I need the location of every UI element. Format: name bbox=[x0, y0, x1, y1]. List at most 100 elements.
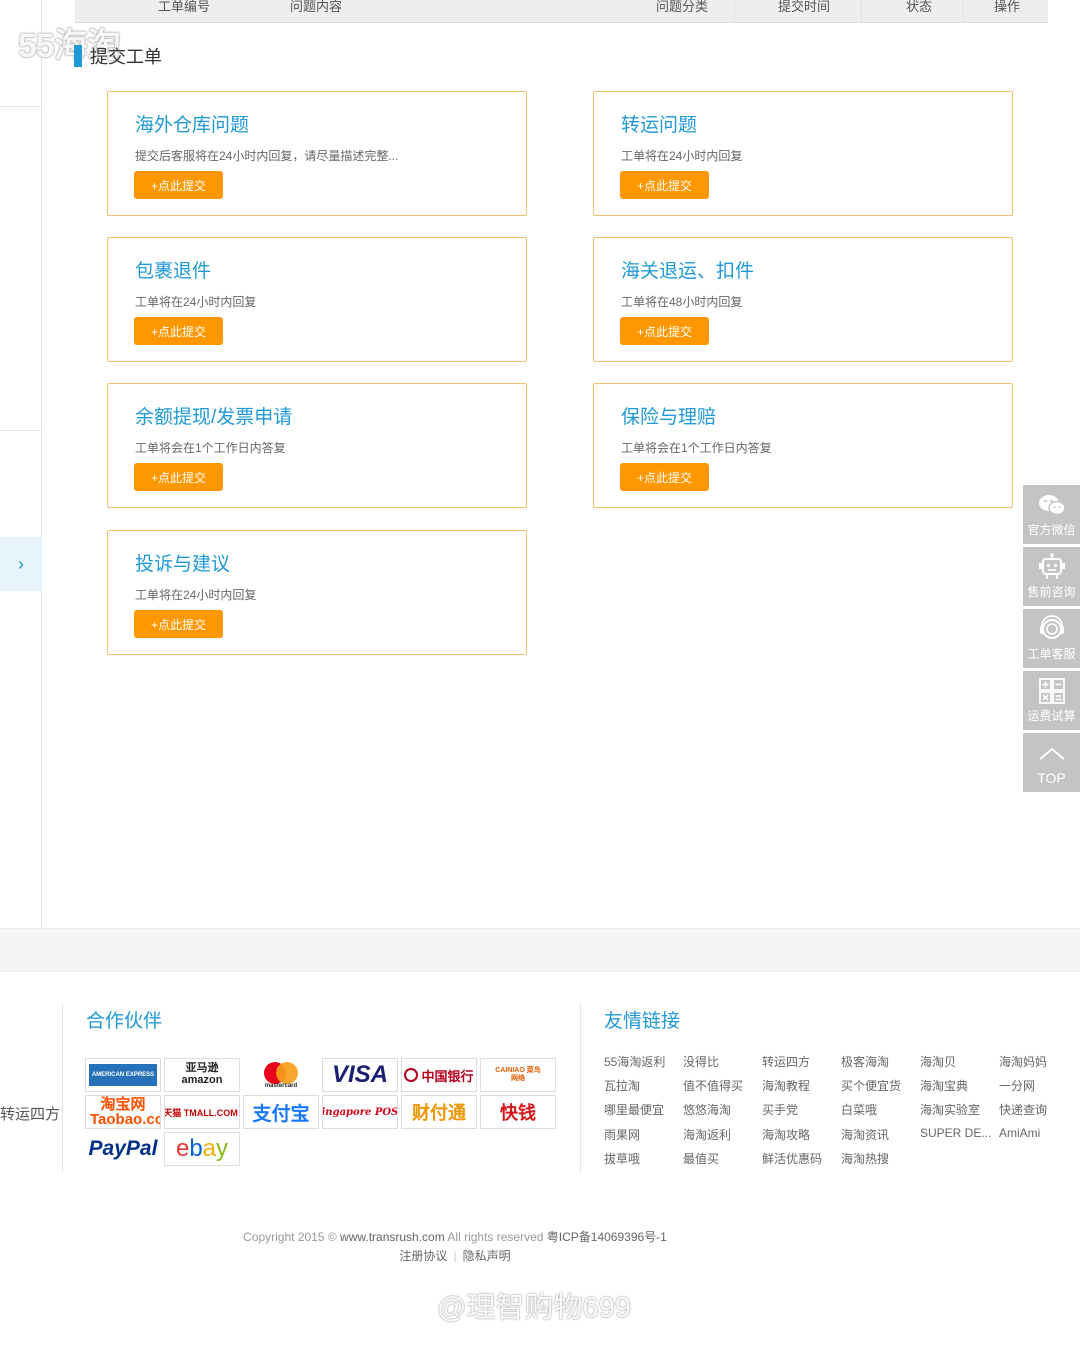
friend-link[interactable]: 买手党 bbox=[762, 1101, 798, 1118]
friend-link[interactable]: 雨果网 bbox=[604, 1126, 640, 1143]
friend-link[interactable]: 海淘宝典 bbox=[920, 1077, 968, 1094]
headset-icon bbox=[1037, 615, 1067, 643]
friend-link[interactable]: 海淘实验室 bbox=[920, 1101, 980, 1118]
ebay-logo[interactable]: ebay bbox=[164, 1132, 240, 1166]
sidebar-expand-button[interactable]: › bbox=[0, 537, 42, 591]
friend-link[interactable]: 海淘资讯 bbox=[841, 1126, 889, 1143]
float-item-label: 官方微信 bbox=[1027, 523, 1076, 537]
friend-link[interactable]: 海淘热搜 bbox=[841, 1150, 889, 1167]
ticket-category-card: 保险与理赔 工单将会在1个工作日内答复 +点此提交 bbox=[593, 383, 1013, 508]
card-title[interactable]: 包裹退件 bbox=[135, 256, 211, 283]
submit-ticket-button[interactable]: +点此提交 bbox=[620, 171, 709, 199]
ticket-category-card: 投诉与建议 工单将在24小时内回复 +点此提交 bbox=[107, 530, 527, 655]
privacy-policy-link[interactable]: 隐私声明 bbox=[463, 1249, 511, 1263]
column-header-actions: 操作 bbox=[994, 0, 1021, 14]
site-url[interactable]: www.transrush.com bbox=[340, 1230, 445, 1244]
section-title-text: 提交工单 bbox=[90, 47, 162, 67]
bank-of-china-logo[interactable]: 中国银行 bbox=[401, 1058, 477, 1092]
singapore-post-logo[interactable]: Singapore POST bbox=[322, 1095, 398, 1129]
friend-link[interactable]: 海淘攻略 bbox=[762, 1126, 810, 1143]
friend-link[interactable]: 海淘妈妈 bbox=[999, 1053, 1047, 1070]
mastercard-logo[interactable]: mastercard bbox=[243, 1058, 319, 1092]
taobao-logo[interactable]: 淘宝网 Taobao.com bbox=[85, 1095, 161, 1129]
submit-ticket-button[interactable]: +点此提交 bbox=[620, 463, 709, 491]
partners-heading: 合作伙伴 bbox=[86, 1011, 163, 1032]
ticket-table-header: 工单编号 问题内容 问题分类 提交时间 状态 操作 bbox=[75, 0, 1048, 23]
column-header-submit-time: 提交时间 bbox=[778, 0, 831, 14]
friend-link[interactable]: 没得比 bbox=[683, 1053, 719, 1070]
friend-link[interactable]: 悠悠海淘 bbox=[683, 1101, 731, 1118]
friend-link[interactable]: 55海淘返利 bbox=[604, 1053, 665, 1070]
paypal-logo[interactable]: PayPal bbox=[85, 1132, 161, 1166]
friend-link[interactable]: 极客海淘 bbox=[841, 1053, 889, 1070]
friend-link[interactable]: 转运四方 bbox=[762, 1053, 810, 1070]
footer-brand-cut: 转运四方 bbox=[0, 1106, 61, 1123]
friend-link[interactable]: SUPER DE... bbox=[920, 1126, 991, 1140]
footer-divider bbox=[62, 1003, 63, 1173]
99bill-logo[interactable]: 快钱 bbox=[480, 1095, 556, 1129]
card-description: 提交后客服将在24小时内回复，请尽量描述完整... bbox=[135, 149, 399, 163]
wechat-button[interactable]: 官方微信 bbox=[1023, 485, 1080, 544]
card-description: 工单将会在1个工作日内答复 bbox=[135, 441, 286, 455]
friend-link[interactable]: 快递查询 bbox=[999, 1101, 1047, 1118]
shipping-calculator-button[interactable]: 运费试算 bbox=[1023, 671, 1080, 730]
friend-link[interactable]: 鲜活优惠码 bbox=[762, 1150, 822, 1167]
friend-link[interactable]: 最值买 bbox=[683, 1150, 719, 1167]
back-to-top-button[interactable]: TOP bbox=[1023, 733, 1080, 792]
card-description: 工单将会在1个工作日内答复 bbox=[621, 441, 772, 455]
card-title[interactable]: 转运问题 bbox=[621, 110, 697, 137]
card-title[interactable]: 海外仓库问题 bbox=[135, 110, 249, 137]
icp-number[interactable]: 粤ICP备14069396号-1 bbox=[547, 1230, 667, 1244]
footer-separator-band bbox=[0, 928, 1080, 972]
card-title[interactable]: 投诉与建议 bbox=[135, 549, 230, 576]
submit-ticket-button[interactable]: +点此提交 bbox=[134, 610, 223, 638]
amazon-logo[interactable]: 亚马逊 amazon bbox=[164, 1058, 240, 1092]
left-rail-separator bbox=[0, 430, 41, 431]
float-item-label: 运费试算 bbox=[1027, 709, 1076, 723]
friend-link[interactable]: 买个便宜货 bbox=[841, 1077, 901, 1094]
column-header-ticket-id: 工单编号 bbox=[158, 0, 211, 14]
column-header-content: 问题内容 bbox=[290, 0, 343, 14]
submit-ticket-button[interactable]: +点此提交 bbox=[620, 317, 709, 345]
copyright-rights: All rights reserved bbox=[444, 1230, 547, 1244]
left-rail-divider bbox=[41, 0, 42, 928]
copyright-prefix: Copyright 2015 © bbox=[243, 1230, 341, 1244]
cainiao-logo[interactable]: CAINIAO 菜鸟网络 bbox=[480, 1058, 556, 1092]
footer-legal-links: 注册协议 | 隐私声明 bbox=[0, 1247, 910, 1264]
friend-link[interactable]: 拔草哦 bbox=[604, 1150, 640, 1167]
tmall-logo[interactable]: 天猫 TMALL.COM bbox=[164, 1095, 240, 1129]
visa-logo[interactable]: VISA bbox=[322, 1058, 398, 1092]
friend-link[interactable]: 白菜哦 bbox=[841, 1101, 877, 1118]
card-title[interactable]: 余额提现/发票申请 bbox=[135, 402, 292, 429]
float-item-label: 工单客服 bbox=[1027, 647, 1076, 661]
friend-link[interactable]: 海淘教程 bbox=[762, 1077, 810, 1094]
amex-logo[interactable]: AMERICAN EXPRESS bbox=[85, 1058, 161, 1092]
friend-link[interactable]: 哪里最便宜 bbox=[604, 1101, 664, 1118]
friend-link[interactable]: 值不值得买 bbox=[683, 1077, 743, 1094]
friend-link[interactable]: AmiAmi bbox=[999, 1126, 1040, 1140]
submit-ticket-button[interactable]: +点此提交 bbox=[134, 463, 223, 491]
friend-link[interactable]: 瓦拉淘 bbox=[604, 1077, 640, 1094]
register-agreement-link[interactable]: 注册协议 bbox=[399, 1249, 447, 1263]
arrow-up-icon bbox=[1037, 740, 1067, 768]
ticket-service-button[interactable]: 工单客服 bbox=[1023, 609, 1080, 668]
submit-ticket-button[interactable]: +点此提交 bbox=[134, 171, 223, 199]
chevron-right-icon: › bbox=[18, 553, 24, 574]
friend-link[interactable]: 一分网 bbox=[999, 1077, 1035, 1094]
section-title: 提交工单 bbox=[74, 45, 162, 67]
card-title[interactable]: 海关退运、扣件 bbox=[621, 256, 754, 283]
links-heading: 友情链接 bbox=[604, 1011, 681, 1032]
card-title[interactable]: 保险与理赔 bbox=[621, 402, 716, 429]
submit-ticket-button[interactable]: +点此提交 bbox=[134, 317, 223, 345]
friend-link[interactable]: 海淘返利 bbox=[683, 1126, 731, 1143]
alipay-logo[interactable]: 支付宝 bbox=[243, 1095, 319, 1129]
ticket-category-card: 海关退运、扣件 工单将在48小时内回复 +点此提交 bbox=[593, 237, 1013, 362]
tenpay-logo[interactable]: 财付通 bbox=[401, 1095, 477, 1129]
friend-link[interactable]: 海淘贝 bbox=[920, 1053, 956, 1070]
presale-consult-button[interactable]: 售前咨询 bbox=[1023, 547, 1080, 606]
card-description: 工单将在24小时内回复 bbox=[621, 149, 743, 163]
left-rail-separator bbox=[0, 106, 41, 107]
copyright-line: Copyright 2015 © www.transrush.com All r… bbox=[0, 1228, 910, 1245]
robot-icon bbox=[1037, 553, 1067, 581]
section-title-accent bbox=[74, 45, 82, 67]
